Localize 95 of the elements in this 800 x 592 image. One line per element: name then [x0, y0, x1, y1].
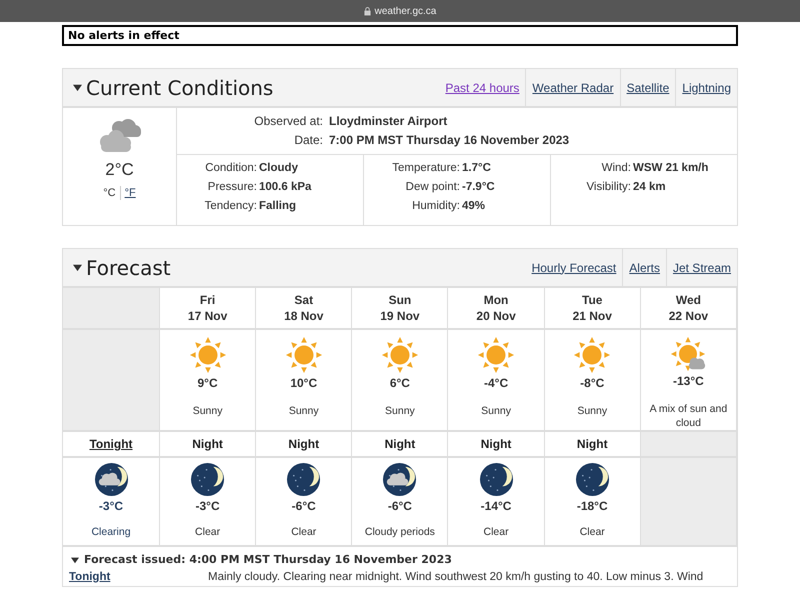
current-temperature: 2°C — [105, 160, 134, 180]
field-label: Pressure: — [206, 180, 257, 195]
temperature: -14°C — [480, 499, 512, 513]
temperature: -4°C — [484, 376, 508, 390]
temperature: -8°C — [580, 376, 604, 390]
temperature: -3°C — [98, 499, 124, 513]
day-date: 20 Nov — [476, 308, 516, 324]
day-date: 18 Nov — [284, 308, 324, 324]
moon-icon — [574, 462, 610, 497]
forecast-issued: Forecast issued: 4:00 PM MST Thursday 16 November 2023 — [84, 553, 452, 566]
field-value: Falling — [258, 199, 296, 214]
header-link[interactable]: Jet Stream — [666, 249, 737, 286]
forecast-summary: Clear — [290, 525, 318, 539]
day-name: Sat — [294, 292, 314, 308]
field-value: -7.9°C — [461, 180, 495, 195]
field-value: 49% — [461, 199, 486, 214]
section-title: Forecast — [86, 256, 171, 280]
sun-icon — [380, 336, 419, 374]
caret-icon[interactable] — [73, 263, 82, 272]
temperature: 10°C — [290, 376, 318, 390]
unit-toggle[interactable]: °F — [124, 187, 136, 199]
temperature: -13°C — [673, 374, 704, 388]
day-name: Mon — [484, 292, 508, 308]
forecast-summary: Sunny — [192, 404, 224, 418]
day-name: Sun — [388, 292, 412, 308]
period-tab[interactable]: Tonight — [89, 437, 133, 451]
period-tab[interactable]: Night — [288, 437, 320, 451]
header-link[interactable]: Past 24 hours — [439, 69, 526, 106]
field-label: Date: — [293, 132, 324, 149]
period-tab[interactable]: Night — [384, 437, 416, 451]
field-label: Temperature: — [391, 161, 460, 176]
browser-address-bar[interactable]: weather.gc.ca — [0, 0, 800, 22]
temperature: -6°C — [388, 499, 412, 513]
header-link[interactable]: Satellite — [620, 69, 676, 106]
temperature: 9°C — [198, 376, 218, 390]
caret-icon[interactable] — [73, 83, 82, 92]
day-date: 17 Nov — [188, 308, 228, 324]
forecast-summary: Sunny — [480, 404, 512, 418]
sun-icon — [477, 336, 516, 374]
field-label: Visibility: — [585, 180, 631, 195]
forecast-summary: Cloudy periods — [364, 525, 436, 539]
sun-cloud-icon — [669, 336, 708, 372]
moon-icon — [190, 462, 226, 497]
alert-banner: No alerts in effect — [62, 25, 738, 46]
unit-toggle[interactable]: °C — [103, 187, 116, 199]
day-name: Fri — [200, 292, 216, 308]
section-title: Current Conditions — [86, 76, 274, 100]
forecast-text: Mainly cloudy. Clearing near midnight. Wind southwest 20 km/h gusting to 40. Low minus 3. Wind — [208, 571, 704, 583]
moon-icon — [478, 462, 514, 497]
moon-cloud-icon — [382, 462, 418, 497]
field-label: Humidity: — [411, 199, 460, 214]
sun-icon — [573, 336, 612, 374]
period-link[interactable]: Tonight — [69, 571, 208, 583]
field-value: Lloydminster Airport — [329, 113, 448, 130]
moon-icon — [286, 462, 322, 497]
field-value: 7:00 PM MST Thursday 16 November 2023 — [329, 132, 570, 149]
field-value: 1.7°C — [461, 161, 491, 176]
day-date: 22 Nov — [668, 308, 708, 324]
field-value: WSW 21 km/h — [632, 161, 708, 176]
field-label: Wind: — [600, 161, 631, 176]
forecast-summary: Clear — [578, 525, 606, 539]
day-name: Wed — [676, 292, 701, 308]
forecast-summary: Sunny — [576, 404, 608, 418]
temperature: 6°C — [390, 376, 410, 390]
field-value: 100.6 kPa — [258, 180, 312, 195]
day-name: Tue — [582, 292, 602, 308]
header-link[interactable]: Hourly Forecast — [526, 249, 622, 286]
forecast-summary: Clear — [482, 525, 510, 539]
forecast-summary: Sunny — [288, 404, 320, 418]
lock-icon — [364, 6, 371, 16]
field-label: Condition: — [204, 161, 257, 176]
caret-icon[interactable] — [71, 556, 79, 564]
moon-cloud-icon — [94, 462, 128, 497]
period-tab[interactable]: Night — [192, 437, 223, 451]
header-link[interactable]: Alerts — [622, 249, 666, 286]
header-link[interactable]: Lightning — [675, 69, 737, 106]
sun-icon — [284, 336, 323, 374]
forecast-summary: Clearing — [90, 525, 132, 539]
temperature: -6°C — [292, 499, 316, 513]
field-label: Tendency: — [204, 199, 257, 214]
header-link[interactable]: Weather Radar — [525, 69, 620, 106]
field-label: Dew point: — [404, 180, 460, 195]
field-label: Observed at: — [253, 113, 324, 130]
period-tab[interactable]: Night — [576, 437, 608, 451]
forecast-summary: Clear — [194, 525, 222, 539]
temperature: -3°C — [196, 499, 220, 513]
forecast-summary: Sunny — [384, 404, 416, 418]
temperature: -18°C — [576, 499, 608, 513]
day-date: 21 Nov — [572, 308, 612, 324]
field-value: Cloudy — [258, 161, 298, 176]
day-date: 19 Nov — [380, 308, 420, 324]
forecast-summary: A mix of sun and cloud — [648, 402, 728, 430]
period-tab[interactable]: Night — [480, 437, 512, 451]
field-value: 24 km — [632, 180, 666, 195]
sun-icon — [188, 336, 227, 374]
